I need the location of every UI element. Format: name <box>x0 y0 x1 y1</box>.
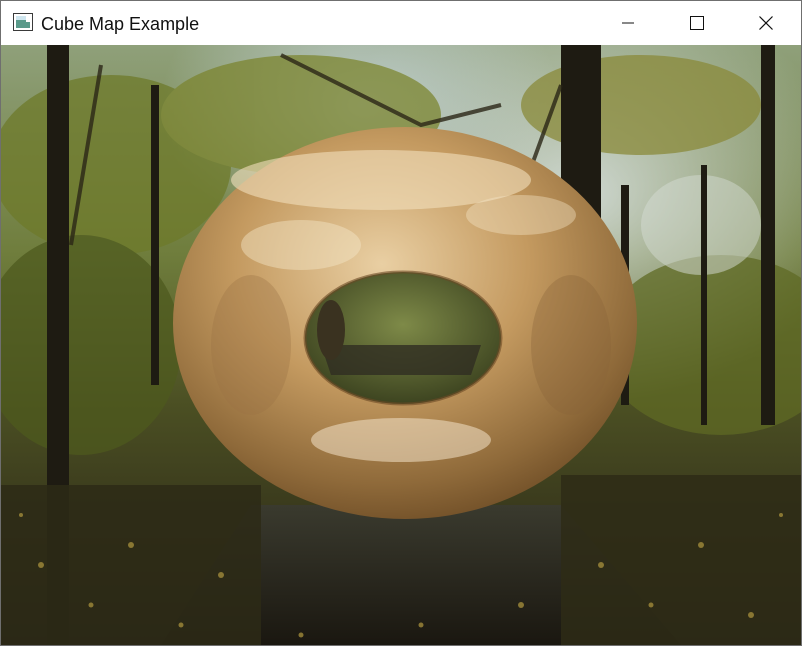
title-bar[interactable]: Cube Map Example <box>1 1 801 45</box>
render-viewport[interactable] <box>1 45 801 645</box>
torus-object <box>173 127 637 519</box>
maximize-icon <box>690 16 704 30</box>
window-title: Cube Map Example <box>41 14 200 34</box>
minimize-button[interactable] <box>605 1 651 45</box>
minimize-icon <box>622 22 634 24</box>
close-icon <box>759 16 773 30</box>
app-icon <box>13 13 33 31</box>
scene-canvas <box>1 45 801 645</box>
app-window: Cube Map Example <box>0 0 802 646</box>
maximize-button[interactable] <box>674 1 720 45</box>
close-button[interactable] <box>743 1 789 45</box>
